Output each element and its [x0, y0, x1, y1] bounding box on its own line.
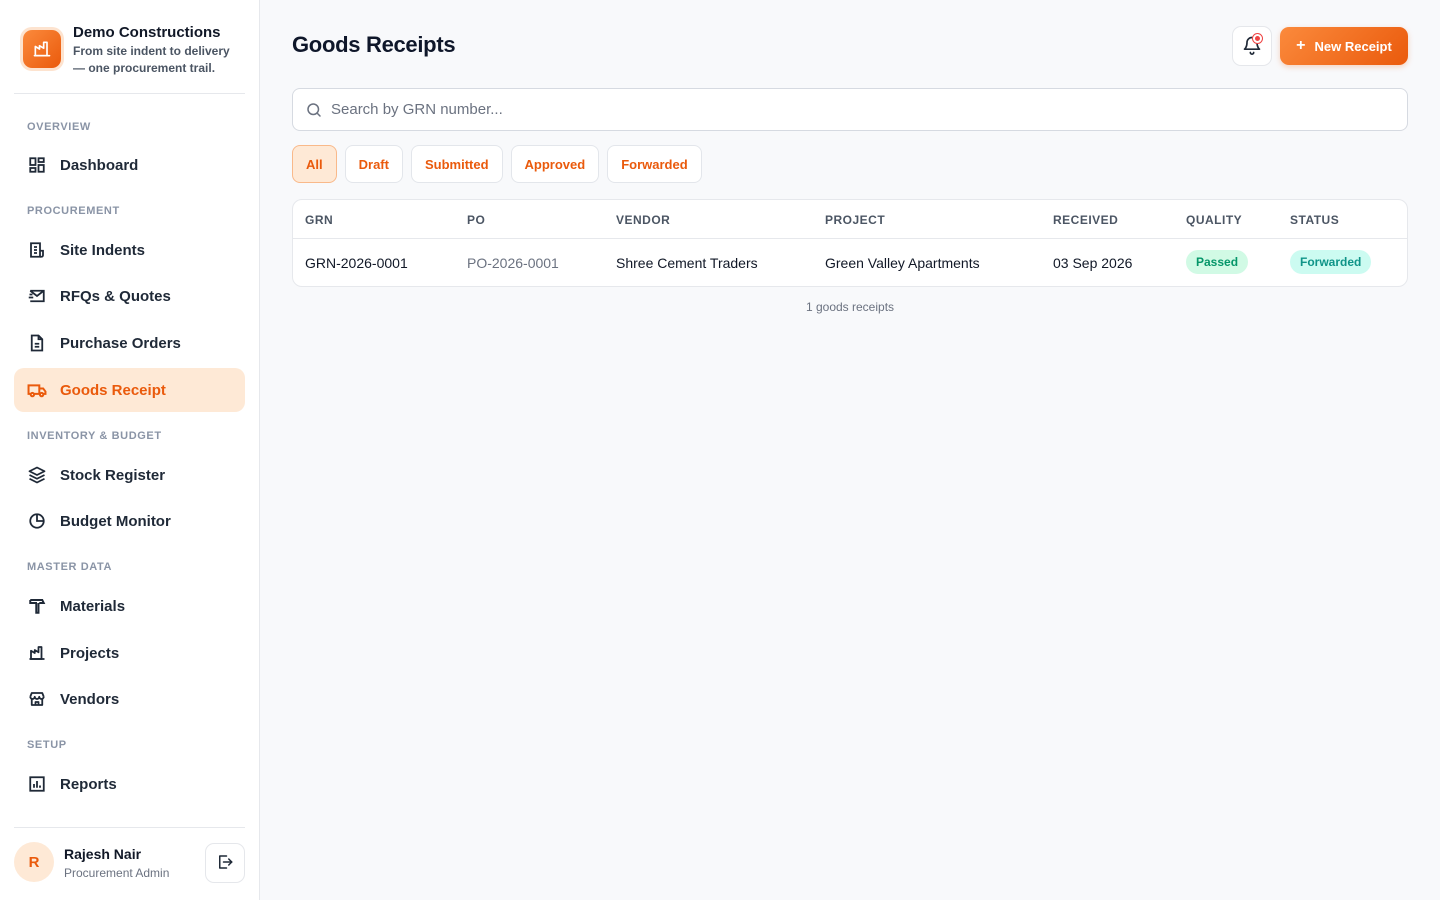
column-header-quality: QUALITY: [1186, 213, 1243, 227]
dashboard-icon: [27, 155, 47, 175]
brand-tagline: From site indent to delivery — one procu…: [73, 44, 230, 75]
status-badge: Forwarded: [1290, 250, 1372, 274]
sidebar-item-label: Purchase Orders: [60, 334, 181, 352]
user-profile: R Rajesh Nair Procurement Admin: [14, 827, 245, 900]
column-header-project: PROJECT: [825, 213, 886, 227]
column-header-vendor: VENDOR: [616, 213, 671, 227]
document-icon: [27, 333, 47, 353]
sidebar-item-materials[interactable]: Materials: [14, 584, 245, 628]
cell-po: PO-2026-0001: [467, 255, 559, 271]
table-header: GRN PO VENDOR PROJECT RECEIVED QUALITY S…: [293, 200, 1407, 239]
column-header-grn: GRN: [305, 213, 334, 227]
sidebar-item-label: Budget Monitor: [60, 512, 171, 530]
logout-button[interactable]: [205, 843, 245, 883]
plus-icon: +: [1296, 37, 1306, 54]
brand-header: Demo Constructions From site indent to d…: [14, 14, 245, 94]
new-receipt-button[interactable]: + New Receipt: [1280, 27, 1408, 65]
sidebar-item-site-indents[interactable]: Site Indents: [14, 228, 245, 272]
sidebar-item-label: Projects: [60, 644, 120, 662]
sidebar-item-label: Materials: [60, 597, 126, 615]
sidebar-item-label: RFQs & Quotes: [60, 287, 171, 305]
pie-chart-icon: [27, 511, 47, 531]
sidebar-item-stock-register[interactable]: Stock Register: [14, 453, 245, 497]
sidebar-item-label: Dashboard: [60, 156, 139, 174]
goods-receipts-table: GRN PO VENDOR PROJECT RECEIVED QUALITY S…: [292, 199, 1408, 287]
clipboard-list-icon: [27, 240, 47, 260]
sidebar-item-label: Vendors: [60, 690, 120, 708]
brand-name: Demo Constructions: [73, 24, 221, 41]
logout-icon: [216, 853, 234, 874]
brand-logo-icon: [23, 30, 61, 68]
section-label-setup: SETUP: [27, 739, 67, 751]
column-header-received: RECEIVED: [1053, 213, 1119, 227]
building-icon: [27, 643, 47, 663]
sidebar-item-projects[interactable]: Projects: [14, 631, 245, 675]
search-icon: [305, 101, 323, 119]
truck-icon: [27, 380, 47, 400]
notification-dot: [1253, 34, 1262, 43]
section-label-master-data: MASTER DATA: [27, 561, 113, 573]
user-role: Procurement Admin: [64, 866, 170, 880]
bar-chart-icon: [27, 774, 47, 794]
mail-send-icon: [27, 286, 47, 306]
store-icon: [27, 689, 47, 709]
user-name: Rajesh Nair: [64, 846, 142, 862]
cell-project: Green Valley Apartments: [825, 255, 980, 271]
search-input[interactable]: [331, 89, 1391, 130]
quality-badge: Passed: [1186, 250, 1249, 274]
filter-chip-all[interactable]: All: [292, 145, 337, 183]
sidebar-item-purchase-orders[interactable]: Purchase Orders: [14, 321, 245, 365]
table-row[interactable]: GRN-2026-0001 PO-2026-0001 Shree Cement …: [293, 239, 1407, 286]
sidebar: Demo Constructions From site indent to d…: [0, 0, 260, 900]
layers-icon: [27, 465, 47, 485]
sidebar-item-goods-receipt[interactable]: Goods Receipt: [14, 368, 245, 412]
cell-received: 03 Sep 2026: [1053, 255, 1133, 271]
section-label-inventory: INVENTORY & BUDGET: [27, 430, 162, 442]
hammer-icon: [27, 596, 47, 616]
sidebar-item-reports[interactable]: Reports: [14, 762, 245, 806]
column-header-status: STATUS: [1290, 213, 1340, 227]
sidebar-item-label: Goods Receipt: [60, 381, 166, 399]
status-filter-chips: All Draft Submitted Approved Forwarded: [292, 145, 702, 183]
column-header-po: PO: [467, 213, 486, 227]
filter-chip-draft[interactable]: Draft: [344, 145, 403, 183]
sidebar-item-vendors[interactable]: Vendors: [14, 677, 245, 721]
cell-grn: GRN-2026-0001: [305, 255, 408, 271]
section-label-procurement: PROCUREMENT: [27, 205, 120, 217]
sidebar-item-label: Stock Register: [60, 466, 166, 484]
sidebar-item-dashboard[interactable]: Dashboard: [14, 143, 245, 187]
sidebar-item-label: Site Indents: [60, 241, 146, 259]
search-box: [292, 88, 1408, 131]
cell-vendor: Shree Cement Traders: [616, 255, 758, 271]
notifications-button[interactable]: [1232, 26, 1272, 66]
filter-chip-submitted[interactable]: Submitted: [410, 145, 503, 183]
page-title: Goods Receipts: [292, 32, 456, 57]
new-receipt-label: New Receipt: [1314, 38, 1392, 54]
sidebar-item-budget-monitor[interactable]: Budget Monitor: [14, 499, 245, 543]
sidebar-item-label: Reports: [60, 775, 117, 793]
filter-chip-forwarded[interactable]: Forwarded: [607, 145, 702, 183]
filter-chip-approved[interactable]: Approved: [510, 145, 600, 183]
section-label-overview: OVERVIEW: [27, 121, 91, 133]
sidebar-item-rfqs[interactable]: RFQs & Quotes: [14, 274, 245, 318]
avatar[interactable]: R: [14, 842, 54, 882]
receipt-count: 1 goods receipts: [805, 300, 895, 314]
